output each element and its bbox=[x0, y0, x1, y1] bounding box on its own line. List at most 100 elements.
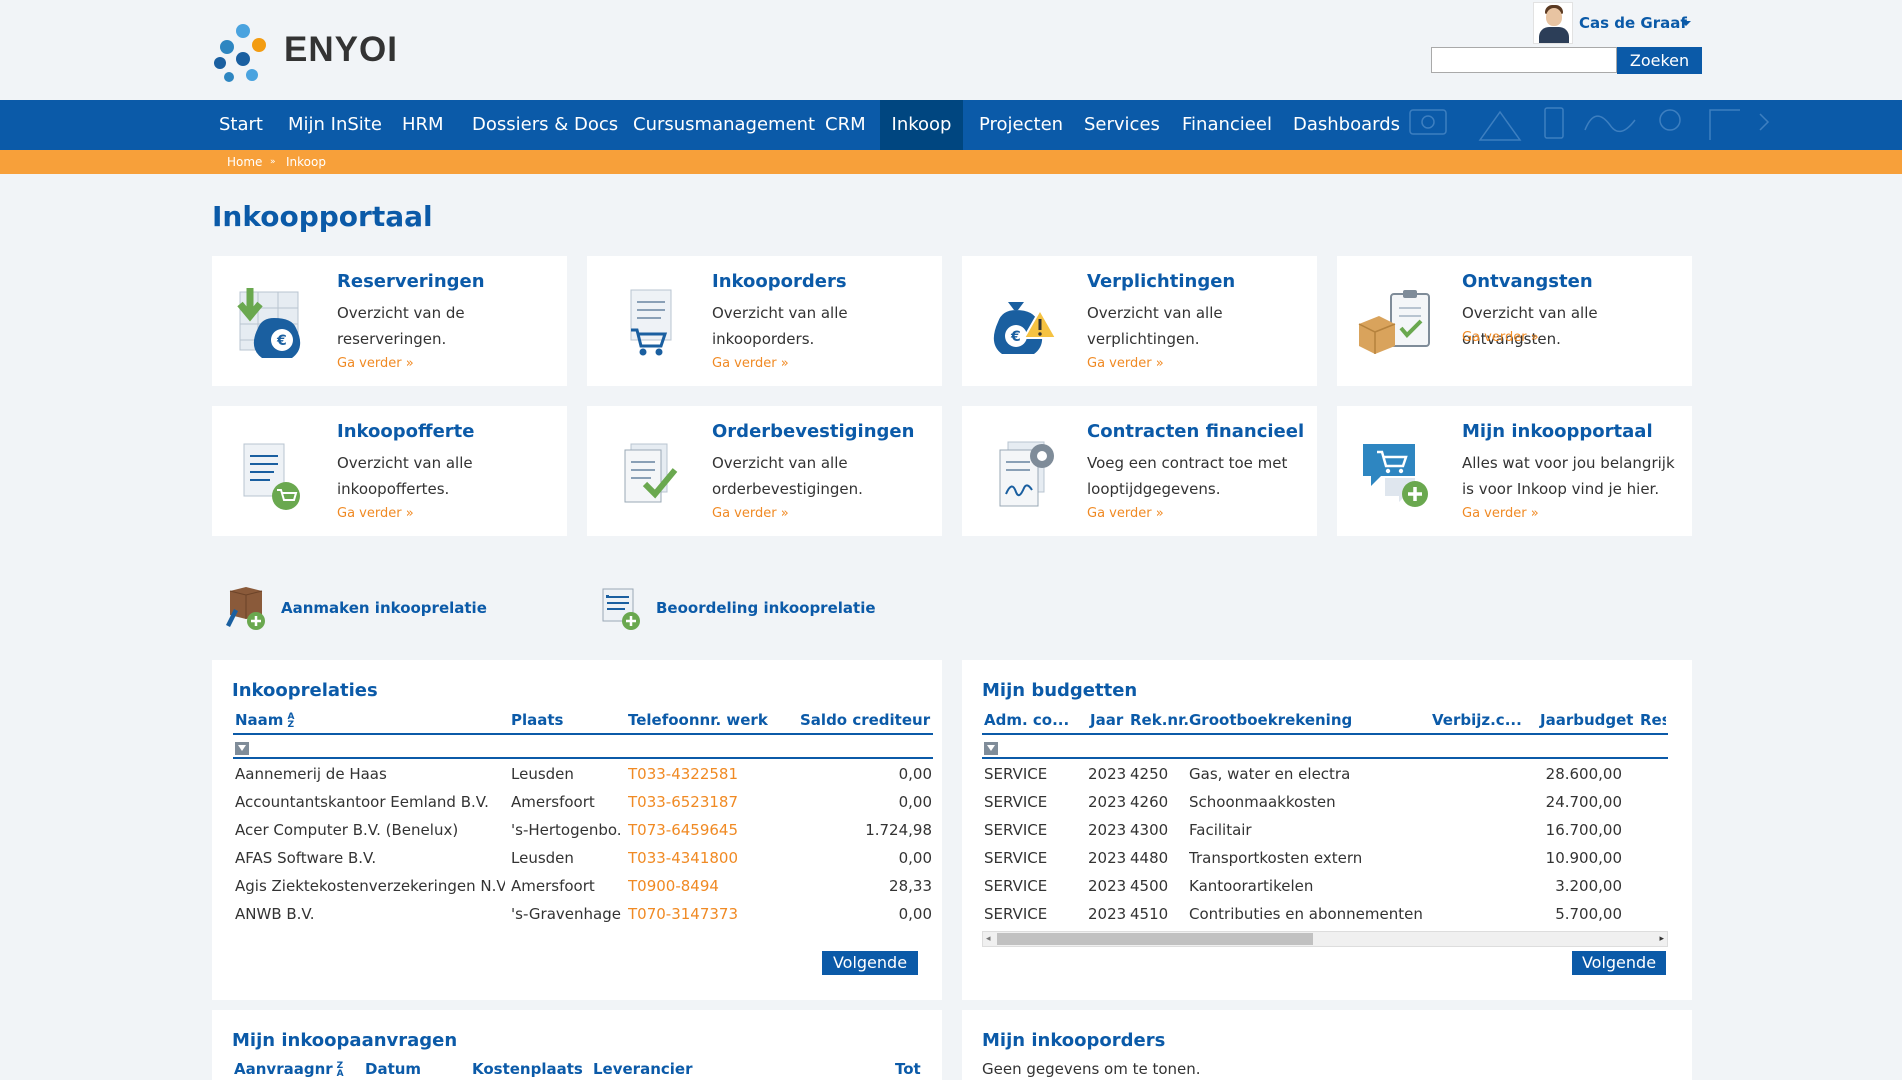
next-page-button[interactable]: Volgende bbox=[822, 951, 918, 975]
table-row[interactable]: Agis Ziektekostenverzekeringen N.V. Amer… bbox=[212, 872, 942, 900]
table-row[interactable]: SERVICE 2023 4260 Schoonmaakkosten 24.70… bbox=[962, 788, 1692, 816]
quick-link-label: Beoordeling inkooprelatie bbox=[656, 599, 876, 617]
column-header[interactable]: Jaarbudget bbox=[1540, 711, 1633, 729]
scroll-left-icon[interactable]: ◂ bbox=[986, 932, 991, 946]
table-row[interactable]: AFAS Software B.V. Leusden T033-4341800 … bbox=[212, 844, 942, 872]
receipts-icon bbox=[1358, 290, 1430, 354]
tile-orderbevestigingen[interactable]: Orderbevestigingen Overzicht van alle or… bbox=[587, 406, 942, 536]
nav-item-start[interactable]: Start bbox=[206, 100, 276, 150]
tile-more-link[interactable]: Ga verder » bbox=[1087, 356, 1164, 371]
column-header[interactable]: Plaats bbox=[511, 711, 563, 729]
table-row[interactable]: Accountantskantoor Eemland B.V. Amersfoo… bbox=[212, 788, 942, 816]
panel-title: Mijn budgetten bbox=[982, 680, 1138, 701]
scroll-right-icon[interactable]: ▸ bbox=[1659, 932, 1664, 946]
column-header[interactable]: Tot bbox=[895, 1060, 921, 1078]
panel-title: Mijn inkoopaanvragen bbox=[232, 1030, 458, 1051]
tile-mijn-inkoopportaal[interactable]: Mijn inkoopportaal Alles wat voor jou be… bbox=[1337, 406, 1692, 536]
nav-item-services[interactable]: Services bbox=[1071, 100, 1173, 150]
tile-title: Contracten financieel bbox=[1087, 421, 1305, 442]
horizontal-scrollbar[interactable]: ◂ ▸ bbox=[982, 931, 1668, 947]
quick-link-create-relation[interactable]: Aanmaken inkooprelatie bbox=[224, 585, 487, 631]
column-header[interactable]: Datum bbox=[365, 1060, 421, 1078]
quick-link-label: Aanmaken inkooprelatie bbox=[281, 599, 487, 617]
brand-name: ENYOI bbox=[284, 30, 398, 69]
tile-more-link[interactable]: Ga verder » bbox=[337, 356, 414, 371]
tile-description: Overzicht van alle inkoopoffertes. bbox=[337, 454, 473, 498]
page-title: Inkoopportaal bbox=[212, 200, 433, 233]
table-row[interactable]: SERVICE 2023 4300 Facilitair 16.700,00 bbox=[962, 816, 1692, 844]
budgets-panel: Mijn budgetten Adm. co... Jaar Rek.nr. G… bbox=[962, 660, 1692, 1000]
tile-title: Reserveringen bbox=[337, 271, 485, 292]
column-header[interactable]: Leverancier bbox=[593, 1060, 693, 1078]
tile-ontvangsten[interactable]: Ontvangsten Overzicht van alle ontvangst… bbox=[1337, 256, 1692, 386]
tile-inkooporders[interactable]: Inkooporders Overzicht van alle inkoopor… bbox=[587, 256, 942, 386]
nav-item-financieel[interactable]: Financieel bbox=[1169, 100, 1285, 150]
nav-item-mijn-insite[interactable]: Mijn InSite bbox=[275, 100, 395, 150]
assess-relation-icon bbox=[602, 588, 640, 630]
column-header[interactable]: Saldo crediteur bbox=[800, 711, 930, 729]
tile-description: Overzicht van alle orderbevestigingen. bbox=[712, 454, 863, 498]
tile-more-link[interactable]: Ga verder » bbox=[712, 506, 789, 521]
nav-item-projecten[interactable]: Projecten bbox=[966, 100, 1076, 150]
column-header[interactable]: Naam A Z bbox=[235, 711, 294, 729]
panel-title: Inkooprelaties bbox=[232, 680, 378, 701]
nav-item-crm[interactable]: CRM bbox=[812, 100, 879, 150]
nav-item-hrm[interactable]: HRM bbox=[389, 100, 457, 150]
filter-icon[interactable] bbox=[984, 742, 998, 755]
tile-verplichtingen[interactable]: € Verplichtingen Overzicht van alle verp… bbox=[962, 256, 1317, 386]
column-header[interactable]: Rese bbox=[1640, 711, 1666, 729]
requests-panel: Mijn inkoopaanvragen Aanvraagnr Z A Datum … bbox=[212, 1010, 942, 1080]
logo-dot bbox=[236, 24, 250, 38]
breadcrumb-home[interactable]: Home bbox=[227, 150, 262, 174]
tile-more-link[interactable]: Ga verder » bbox=[337, 506, 414, 521]
filter-icon[interactable] bbox=[235, 742, 249, 755]
top-bar: ENYOI Cas de Graaf Zoeken bbox=[0, 0, 1902, 100]
table-row[interactable]: SERVICE 2023 4480 Transportkosten extern… bbox=[962, 844, 1692, 872]
column-header[interactable]: Kostenplaats bbox=[472, 1060, 583, 1078]
tile-inkoopofferte[interactable]: Inkoopofferte Overzicht van alle inkoopo… bbox=[212, 406, 567, 536]
search-input[interactable] bbox=[1431, 47, 1617, 73]
tile-more-link[interactable]: Ga verder » bbox=[1462, 330, 1539, 345]
obligations-icon: € bbox=[993, 302, 1058, 354]
column-header[interactable]: Adm. co... bbox=[984, 711, 1069, 729]
column-header[interactable]: Verbijz.c... bbox=[1432, 711, 1522, 729]
tile-description: Alles wat voor jou belangrijk is voor In… bbox=[1462, 454, 1675, 498]
table-row[interactable]: SERVICE 2023 4510 Contributies en abonne… bbox=[962, 900, 1692, 928]
breadcrumb: Home » Inkoop bbox=[0, 150, 1902, 174]
my-portal-icon bbox=[1363, 444, 1428, 507]
tile-more-link[interactable]: Ga verder » bbox=[1087, 506, 1164, 521]
tile-title: Orderbevestigingen bbox=[712, 421, 915, 442]
column-header[interactable]: Rek.nr. bbox=[1130, 711, 1189, 729]
column-header[interactable]: Grootboekrekening bbox=[1189, 711, 1352, 729]
table-row[interactable]: ANWB B.V. 's-Gravenhage T070-3147373 0,0… bbox=[212, 900, 942, 928]
logo-dot bbox=[220, 40, 234, 54]
column-header[interactable]: Telefoonnr. werk bbox=[628, 711, 768, 729]
scrollbar-thumb[interactable] bbox=[997, 933, 1313, 945]
nav-item-cursusmanagement[interactable]: Cursusmanagement bbox=[620, 100, 828, 150]
table-row[interactable]: SERVICE 2023 4500 Kantoorartikelen 3.200… bbox=[962, 872, 1692, 900]
quick-link-assess-relation[interactable]: Beoordeling inkooprelatie bbox=[599, 585, 876, 631]
tile-contracten-financieel[interactable]: Contracten financieel Voeg een contract … bbox=[962, 406, 1317, 536]
table-row[interactable]: SERVICE 2023 4250 Gas, water en electra … bbox=[962, 760, 1692, 788]
sort-asc-icon[interactable]: AZ bbox=[287, 712, 294, 729]
next-page-button[interactable]: Volgende bbox=[1572, 951, 1666, 975]
purchase-quote-icon bbox=[243, 443, 300, 510]
column-header[interactable]: Jaar bbox=[1090, 711, 1123, 729]
logo-dot bbox=[214, 57, 226, 69]
breadcrumb-separator: » bbox=[270, 157, 276, 167]
tile-description: Overzicht van alle inkooporders. bbox=[712, 304, 848, 348]
tile-reserveringen[interactable]: € Reserveringen Overzicht van de reserve… bbox=[212, 256, 567, 386]
tile-more-link[interactable]: Ga verder » bbox=[712, 356, 789, 371]
tile-more-link[interactable]: Ga verder » bbox=[1462, 506, 1539, 521]
table-row[interactable]: Acer Computer B.V. (Benelux) 's-Hertogen… bbox=[212, 816, 942, 844]
table-row[interactable]: Aannemerij de Haas Leusden T033-4322581 … bbox=[212, 760, 942, 788]
tile-description: Voeg een contract toe met looptijdgegeve… bbox=[1087, 454, 1288, 498]
my-orders-panel: Mijn inkooporders Geen gegevens om te to… bbox=[962, 1010, 1692, 1080]
column-header[interactable]: Aanvraagnr Z A bbox=[234, 1060, 344, 1078]
sort-desc-icon[interactable]: ZA bbox=[337, 1061, 344, 1078]
enyoi-logo[interactable]: ENYOI bbox=[214, 22, 434, 82]
search-button[interactable]: Zoeken bbox=[1617, 47, 1702, 74]
nav-item-dossiers[interactable]: Dossiers & Docs bbox=[459, 100, 631, 150]
nav-item-inkoop[interactable]: Inkoop bbox=[880, 100, 963, 150]
nav-decoration-icon bbox=[1409, 107, 1770, 141]
